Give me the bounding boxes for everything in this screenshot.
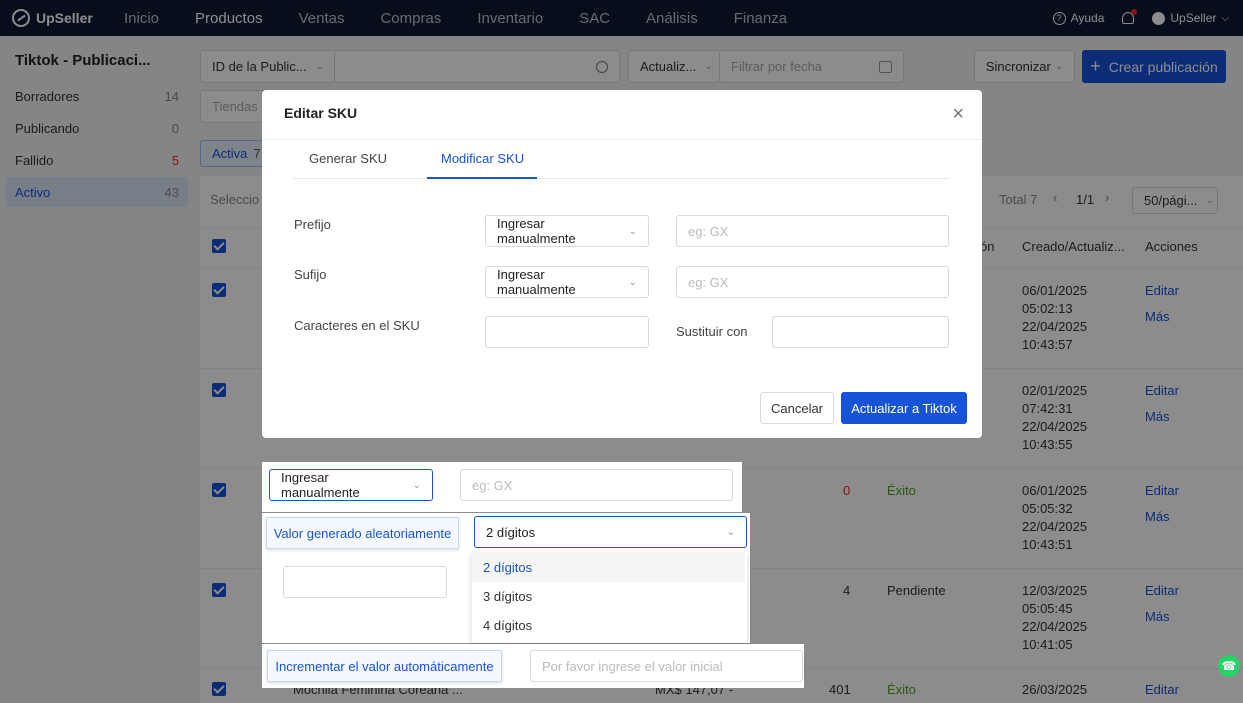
tab-bar-line bbox=[293, 178, 950, 179]
replace-input[interactable] bbox=[772, 316, 949, 348]
initial-value-placeholder: Por favor ingrese el valor inicial bbox=[542, 658, 723, 674]
random-extra-input[interactable] bbox=[283, 566, 447, 598]
digits-option-2[interactable]: 2 dígitos bbox=[472, 553, 745, 582]
digits-popup: Valor generado aleatoriamente 2 dígitos … bbox=[262, 513, 750, 643]
chars-input[interactable] bbox=[485, 316, 649, 348]
prefix-mode-select[interactable]: Ingresar manualmente ⌄ bbox=[485, 215, 649, 247]
digits-option-3[interactable]: 3 dígitos bbox=[472, 582, 745, 611]
whatsapp-icon[interactable]: ☎ bbox=[1218, 655, 1240, 677]
chevron-down-icon: ⌄ bbox=[412, 479, 421, 491]
tab-generar-sku[interactable]: Generar SKU bbox=[309, 151, 387, 166]
random-value-option[interactable]: Valor generado aleatoriamente bbox=[266, 517, 459, 549]
cancel-button[interactable]: Cancelar bbox=[760, 392, 834, 424]
initial-value-input[interactable]: Por favor ingrese el valor inicial bbox=[530, 650, 803, 682]
suffix-placeholder: eg: GX bbox=[688, 274, 729, 290]
prefix-label: Prefijo bbox=[294, 217, 331, 232]
auto-increment-option[interactable]: Incrementar el valor automáticamente bbox=[267, 650, 502, 682]
mode-select-value: Ingresar manualmente bbox=[281, 470, 360, 500]
replace-label: Sustituir con bbox=[676, 324, 748, 339]
prefix-input[interactable]: eg: GX bbox=[676, 215, 949, 247]
digits-select[interactable]: 2 dígitos ⌄ bbox=[474, 516, 747, 548]
chevron-down-icon: ⌄ bbox=[726, 526, 735, 538]
chars-label: Caracteres en el SKU bbox=[294, 318, 420, 333]
mode-input-placeholder: eg: GX bbox=[472, 477, 513, 493]
prefix-mode-value: Ingresar manualmente bbox=[497, 216, 576, 246]
suffix-mode-value: Ingresar manualmente bbox=[497, 267, 576, 297]
prefix-placeholder: eg: GX bbox=[688, 223, 729, 239]
mode-popup: Ingresar manualmente ⌄ eg: GX bbox=[262, 462, 742, 512]
mode-select[interactable]: Ingresar manualmente ⌄ bbox=[269, 469, 433, 501]
increment-popup: Incrementar el valor automáticamente Por… bbox=[262, 644, 804, 688]
update-tiktok-button[interactable]: Actualizar a Tiktok bbox=[841, 392, 967, 424]
close-icon[interactable]: × bbox=[952, 104, 964, 124]
digits-select-value: 2 dígitos bbox=[486, 524, 536, 540]
suffix-input[interactable]: eg: GX bbox=[676, 266, 949, 298]
digits-dropdown: 2 dígitos 3 dígitos 4 dígitos bbox=[472, 553, 747, 643]
tab-modificar-sku[interactable]: Modificar SKU bbox=[441, 151, 524, 166]
chevron-down-icon: ⌄ bbox=[628, 276, 637, 288]
suffix-mode-select[interactable]: Ingresar manualmente ⌄ bbox=[485, 266, 649, 298]
mode-input[interactable]: eg: GX bbox=[460, 469, 733, 501]
digits-option-4[interactable]: 4 dígitos bbox=[472, 611, 745, 640]
suffix-label: Sufijo bbox=[294, 267, 327, 282]
divider bbox=[262, 139, 982, 140]
active-tab-indicator bbox=[427, 177, 537, 179]
edit-sku-dialog: Editar SKU × Generar SKU Modificar SKU P… bbox=[262, 90, 982, 438]
chevron-down-icon: ⌄ bbox=[628, 225, 637, 237]
dialog-title: Editar SKU bbox=[284, 105, 358, 121]
